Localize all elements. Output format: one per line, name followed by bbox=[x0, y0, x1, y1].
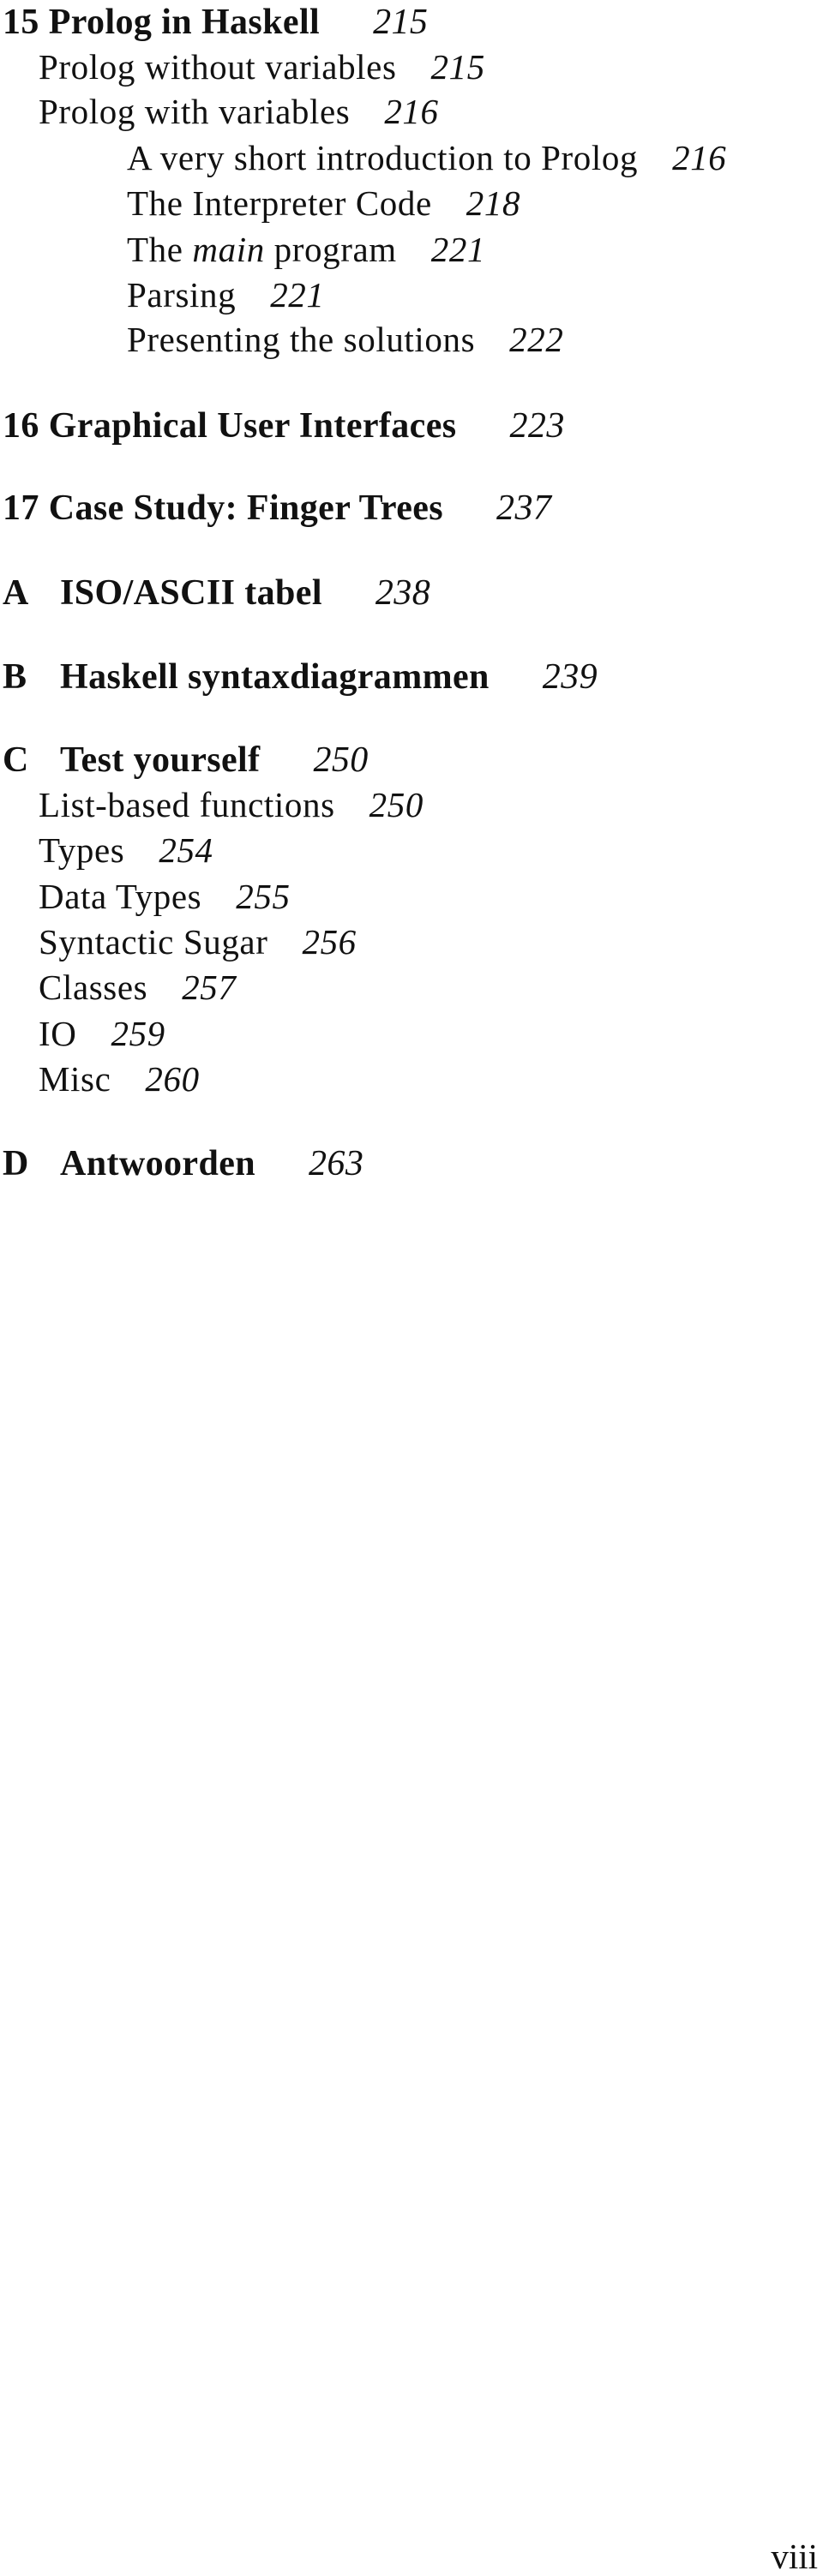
toc-section[interactable]: Prolog without variables 215 bbox=[39, 50, 485, 85]
page-number: 223 bbox=[509, 406, 565, 446]
page-number: 222 bbox=[509, 320, 564, 359]
page-number: 263 bbox=[309, 1144, 364, 1183]
toc-appendix-d[interactable]: D Antwoorden 263 bbox=[3, 1146, 363, 1182]
subsection-title: A very short introduction to Prolog bbox=[127, 138, 639, 177]
page-number: 259 bbox=[111, 1014, 165, 1053]
page-number: 215 bbox=[373, 3, 429, 42]
page-number: 215 bbox=[430, 47, 485, 87]
appendix-title: ISO/ASCII tabel bbox=[60, 573, 322, 613]
subsection-title-emphasis: main bbox=[192, 230, 265, 269]
toc-subsection[interactable]: Parsing 221 bbox=[127, 278, 325, 313]
toc-appendix-a[interactable]: A ISO/ASCII tabel 238 bbox=[3, 575, 430, 611]
section-title: Prolog with variables bbox=[39, 92, 351, 131]
appendix-letter: A bbox=[3, 573, 29, 613]
subsection-title: Parsing bbox=[127, 275, 237, 315]
subsection-title-post: program bbox=[264, 230, 397, 269]
toc-section[interactable]: Misc 260 bbox=[39, 1062, 200, 1097]
page-number: 250 bbox=[313, 740, 369, 780]
section-title: Syntactic Sugar bbox=[39, 922, 268, 962]
appendix-letter: D bbox=[3, 1144, 29, 1183]
toc-subsection[interactable]: Presenting the solutions 222 bbox=[127, 322, 563, 357]
page-number: 255 bbox=[236, 877, 291, 916]
toc-chapter-15[interactable]: 15 Prolog in Haskell 215 bbox=[3, 4, 428, 40]
appendix-title: Test yourself bbox=[60, 740, 261, 780]
section-title: Classes bbox=[39, 967, 148, 1007]
chapter-number: 15 bbox=[3, 3, 39, 42]
page-number: 256 bbox=[302, 922, 357, 962]
toc-section[interactable]: Data Types 255 bbox=[39, 879, 291, 914]
section-title: Types bbox=[39, 830, 125, 870]
page-number: 237 bbox=[496, 488, 552, 528]
page-number: 221 bbox=[430, 230, 486, 269]
section-title: Data Types bbox=[39, 877, 202, 916]
section-title: Misc bbox=[39, 1059, 111, 1099]
section-title: Prolog without variables bbox=[39, 47, 397, 87]
toc-appendix-b[interactable]: B Haskell syntaxdiagrammen 239 bbox=[3, 659, 598, 695]
toc-section[interactable]: IO 259 bbox=[39, 1016, 165, 1051]
toc-chapter-16[interactable]: 16 Graphical User Interfaces 223 bbox=[3, 408, 565, 444]
appendix-letter: B bbox=[3, 657, 27, 697]
subsection-title: Presenting the solutions bbox=[127, 320, 476, 359]
chapter-title: Prolog in Haskell bbox=[48, 3, 321, 42]
appendix-title: Haskell syntaxdiagrammen bbox=[60, 657, 490, 697]
page-number: 250 bbox=[369, 785, 424, 824]
toc-section[interactable]: List-based functions 250 bbox=[39, 788, 424, 823]
chapter-number: 17 bbox=[3, 488, 39, 528]
page-number: 238 bbox=[375, 573, 431, 613]
subsection-title-pre: The bbox=[127, 230, 193, 269]
toc-section[interactable]: Classes 257 bbox=[39, 970, 237, 1005]
toc-appendix-c[interactable]: C Test yourself 250 bbox=[3, 742, 369, 778]
toc-subsection[interactable]: A very short introduction to Prolog 216 bbox=[127, 141, 726, 176]
chapter-number: 16 bbox=[3, 406, 39, 446]
page-number: 216 bbox=[672, 138, 727, 177]
page-number: 218 bbox=[466, 183, 521, 223]
toc-section[interactable]: Types 254 bbox=[39, 833, 213, 868]
page-number: 260 bbox=[145, 1059, 200, 1099]
page-folio: viii bbox=[771, 2537, 818, 2576]
subsection-title: The Interpreter Code bbox=[127, 183, 432, 223]
page-number: 216 bbox=[384, 92, 439, 131]
appendix-letter: C bbox=[3, 740, 29, 780]
toc-subsection[interactable]: The main program 221 bbox=[127, 232, 485, 267]
toc-chapter-17[interactable]: 17 Case Study: Finger Trees 237 bbox=[3, 490, 551, 526]
appendix-title: Antwoorden bbox=[60, 1144, 256, 1183]
page-number: 257 bbox=[182, 967, 237, 1007]
section-title: IO bbox=[39, 1014, 77, 1053]
toc-section[interactable]: Syntactic Sugar 256 bbox=[39, 925, 357, 960]
page-number: 239 bbox=[542, 657, 598, 697]
toc-section[interactable]: Prolog with variables 216 bbox=[39, 94, 439, 129]
page-number: 254 bbox=[159, 830, 213, 870]
toc-subsection[interactable]: The Interpreter Code 218 bbox=[127, 186, 520, 221]
chapter-title: Case Study: Finger Trees bbox=[48, 488, 444, 528]
page-number: 221 bbox=[270, 275, 325, 315]
chapter-title: Graphical User Interfaces bbox=[48, 406, 457, 446]
section-title: List-based functions bbox=[39, 785, 335, 824]
